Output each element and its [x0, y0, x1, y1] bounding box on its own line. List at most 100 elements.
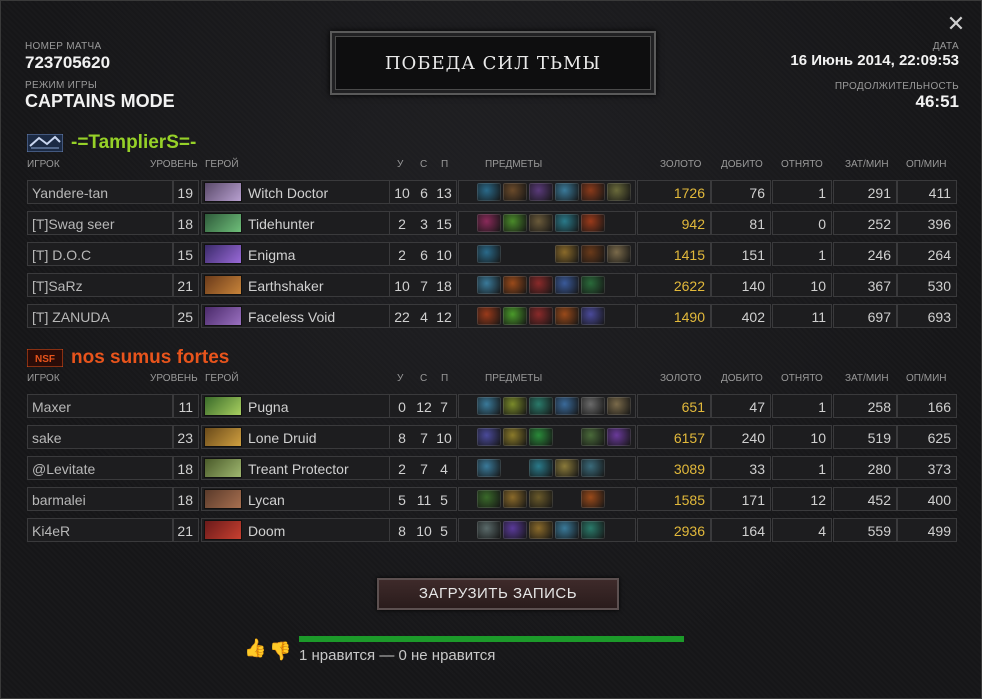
- gold-value: 942: [637, 211, 711, 235]
- match-number-label: НОМЕР МАТЧА: [25, 41, 102, 52]
- player-name[interactable]: [T] ZANUDA: [32, 309, 110, 325]
- stat-d: 4: [420, 309, 428, 325]
- item-icon[interactable]: [555, 245, 579, 263]
- gold-value: 2936: [637, 518, 711, 542]
- item-icon[interactable]: [503, 245, 527, 263]
- match-number: 723705620: [25, 53, 111, 72]
- column-header-lh: ДОБИТО: [721, 373, 763, 384]
- hero-name: Doom: [248, 523, 286, 539]
- player-name[interactable]: barmalei: [32, 492, 86, 508]
- item-icon[interactable]: [555, 397, 579, 415]
- item-icon[interactable]: [529, 397, 553, 415]
- item-icon[interactable]: [607, 276, 631, 294]
- item-icon[interactable]: [503, 459, 527, 477]
- player-row[interactable]: Ki4eR 21 Doom 8 10 5 2936 164 4 559 499: [27, 518, 957, 542]
- download-replay-button[interactable]: ЗАГРУЗИТЬ ЗАПИСЬ: [377, 578, 619, 610]
- item-icon[interactable]: [555, 428, 579, 446]
- gpm-value: 693: [897, 304, 957, 328]
- player-name[interactable]: [T] D.O.C: [32, 247, 91, 263]
- player-row[interactable]: barmalei 18 Lycan 5 11 5 1585 171 12 452 400: [27, 487, 957, 511]
- item-icon[interactable]: [503, 521, 527, 539]
- item-icon[interactable]: [529, 428, 553, 446]
- last-hits-value: 240: [711, 425, 771, 449]
- item-icon[interactable]: [477, 276, 501, 294]
- player-row[interactable]: @Levitate 18 Treant Protector 2 7 4 3089 33 1 280…: [27, 456, 957, 480]
- item-icon[interactable]: [529, 245, 553, 263]
- item-icon[interactable]: [529, 490, 553, 508]
- player-name[interactable]: [T]Swag seer: [32, 216, 114, 232]
- item-icon[interactable]: [607, 183, 631, 201]
- items-cell: [458, 180, 636, 204]
- item-icon[interactable]: [477, 428, 501, 446]
- gpm-value: 400: [897, 487, 957, 511]
- item-icon[interactable]: [503, 183, 527, 201]
- item-icon[interactable]: [555, 459, 579, 477]
- item-icon[interactable]: [503, 307, 527, 325]
- item-icon[interactable]: [529, 521, 553, 539]
- item-icon[interactable]: [477, 490, 501, 508]
- item-icon[interactable]: [581, 459, 605, 477]
- player-row[interactable]: [T]Swag seer 18 Tidehunter 2 3 15 942 81 0 252 396: [27, 211, 957, 235]
- item-icon[interactable]: [607, 245, 631, 263]
- item-icon[interactable]: [581, 276, 605, 294]
- item-icon[interactable]: [529, 214, 553, 232]
- item-icon[interactable]: [529, 307, 553, 325]
- item-icon[interactable]: [581, 428, 605, 446]
- team-logo-icon: NSF: [27, 349, 63, 367]
- player-row[interactable]: Maxer 11 Pugna 0 12 7 651 47 1 258 166: [27, 394, 957, 418]
- player-row[interactable]: sake 23 Lone Druid 8 7 10 6157 240 10 519 625: [27, 425, 957, 449]
- close-icon[interactable]: ✕: [945, 13, 967, 35]
- player-name[interactable]: Maxer: [32, 399, 71, 415]
- hero-cell: Pugna: [201, 394, 393, 418]
- item-icon[interactable]: [607, 428, 631, 446]
- item-icon[interactable]: [607, 490, 631, 508]
- item-icon[interactable]: [607, 307, 631, 325]
- item-icon[interactable]: [581, 214, 605, 232]
- item-icon[interactable]: [581, 397, 605, 415]
- player-row[interactable]: [T] ZANUDA 25 Faceless Void 22 4 12 1490 402 11 6…: [27, 304, 957, 328]
- item-icon[interactable]: [503, 214, 527, 232]
- player-name[interactable]: Ki4eR: [32, 523, 70, 539]
- item-icon[interactable]: [607, 521, 631, 539]
- item-icon[interactable]: [529, 276, 553, 294]
- player-name[interactable]: @Levitate: [32, 461, 95, 477]
- player-name[interactable]: sake: [32, 430, 62, 446]
- item-icon[interactable]: [529, 183, 553, 201]
- item-icon[interactable]: [477, 521, 501, 539]
- item-icon[interactable]: [477, 183, 501, 201]
- item-icon[interactable]: [581, 490, 605, 508]
- player-row[interactable]: Yandere-tan 19 Witch Doctor 10 6 13 1726 76 1 291…: [27, 180, 957, 204]
- item-icon[interactable]: [607, 397, 631, 415]
- thumbs-up-icon[interactable]: 👍: [244, 638, 266, 659]
- xpm-value: 291: [833, 180, 897, 204]
- item-icon[interactable]: [607, 459, 631, 477]
- item-icon[interactable]: [555, 307, 579, 325]
- items-cell: [458, 487, 636, 511]
- item-icon[interactable]: [555, 521, 579, 539]
- player-name[interactable]: Yandere-tan: [32, 185, 108, 201]
- item-icon[interactable]: [555, 490, 579, 508]
- item-icon[interactable]: [555, 214, 579, 232]
- item-icon[interactable]: [555, 276, 579, 294]
- item-icon[interactable]: [503, 276, 527, 294]
- item-icon[interactable]: [529, 459, 553, 477]
- item-icon[interactable]: [581, 307, 605, 325]
- item-icon[interactable]: [503, 428, 527, 446]
- item-icon[interactable]: [581, 521, 605, 539]
- item-icon[interactable]: [607, 214, 631, 232]
- item-icon[interactable]: [477, 245, 501, 263]
- item-icon[interactable]: [477, 397, 501, 415]
- item-icon[interactable]: [503, 490, 527, 508]
- item-icon[interactable]: [581, 245, 605, 263]
- player-row[interactable]: [T] D.O.C 15 Enigma 2 6 10 1415 151 1 246 264: [27, 242, 957, 266]
- thumbs-down-icon[interactable]: 👎: [269, 641, 291, 662]
- player-row[interactable]: [T]SaRz 21 Earthshaker 10 7 18 2622 140 10 367 530: [27, 273, 957, 297]
- item-icon[interactable]: [477, 307, 501, 325]
- item-icon[interactable]: [503, 397, 527, 415]
- item-icon[interactable]: [477, 214, 501, 232]
- item-icon[interactable]: [555, 183, 579, 201]
- player-name[interactable]: [T]SaRz: [32, 278, 83, 294]
- vote-summary: 1 нравится — 0 не нравится: [299, 647, 496, 664]
- item-icon[interactable]: [581, 183, 605, 201]
- item-icon[interactable]: [477, 459, 501, 477]
